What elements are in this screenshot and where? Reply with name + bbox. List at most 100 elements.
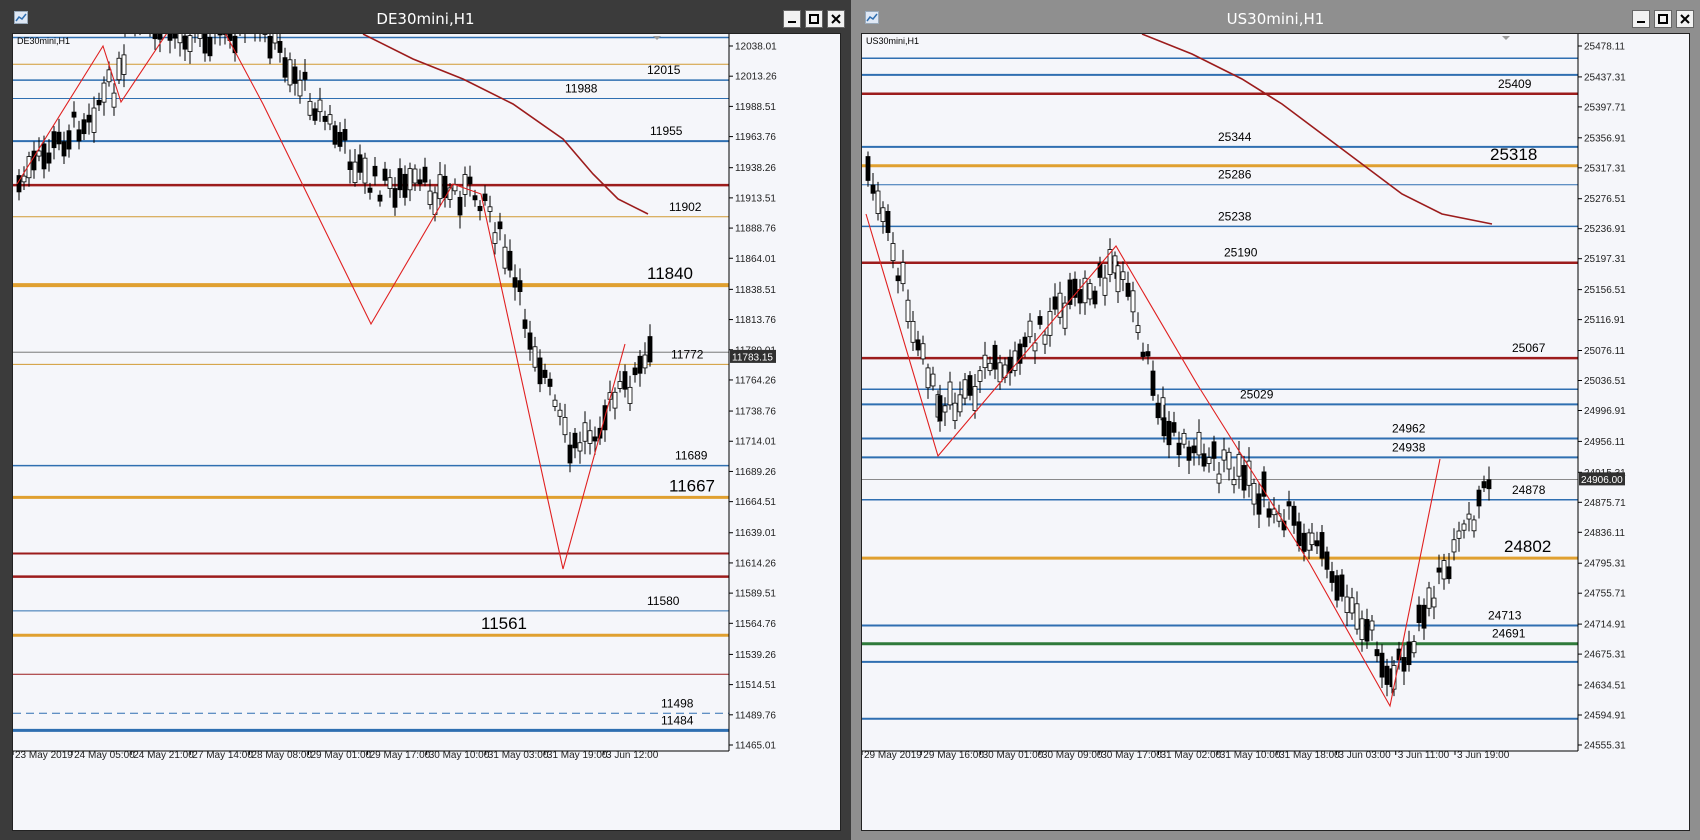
level-label: 11561 [481,614,527,633]
chart-area[interactable]: 1203212015119881195511902118401177211689… [12,33,841,831]
candle [267,35,273,59]
candle [1481,481,1487,489]
time-tick-label: 27 May 14:00 [192,750,253,761]
candle [562,417,568,436]
candle [952,402,958,422]
moving-average-line [1141,34,1493,225]
candle [302,71,308,80]
candle [327,114,333,125]
level-label: 11667 [669,476,715,495]
maximize-button[interactable] [1654,10,1672,28]
price-tick-label: 12038.01 [735,42,777,53]
candle [577,442,583,452]
candle [377,194,383,202]
minimize-button[interactable] [783,10,801,28]
candle [1145,351,1151,357]
price-tick-label: 11888.76 [735,224,776,235]
level-label: 11955 [650,124,683,138]
candle [1369,620,1375,631]
price-chart[interactable]: 1203212015119881195511902118401177211689… [13,34,840,830]
candle [1150,370,1156,396]
candle [1241,465,1247,491]
chart-area[interactable]: 25409 25344 25318 25286 25238 25190 25067 25029… [861,33,1690,831]
level-label: 11580 [647,594,680,608]
candle [1461,523,1467,531]
close-button[interactable] [827,10,845,28]
price-tick-label: 24555.31 [1584,741,1626,752]
window-us30[interactable]: US30mini,H1 25409 25344 25318 25286 25238 251… [851,0,1700,840]
candle [71,111,77,118]
minimize-button[interactable] [1632,10,1650,28]
candle [942,405,948,413]
candle [487,206,493,212]
candle [382,168,388,181]
level-label: 25238 [1218,209,1252,223]
candle [497,221,503,230]
candle [1201,453,1207,467]
level-label: 12015 [647,63,681,77]
candle [880,207,886,222]
current-price-text: 24906.00 [1581,475,1623,486]
candle [297,79,303,97]
candle [457,196,463,216]
candle [572,432,578,449]
candle [197,34,203,39]
price-tick-label: 24795.31 [1584,559,1626,570]
price-tick-label: 11614.26 [735,558,776,569]
candle [187,35,193,53]
time-tick-label: 23 May 2019 [15,750,73,761]
candle [522,319,528,329]
price-chart[interactable]: 25409 25344 25318 25286 25238 25190 25067 25029… [862,34,1689,830]
candle [1421,604,1427,629]
zigzag-line [16,34,626,570]
candle [532,346,538,368]
zigzag-line [865,213,1441,708]
window-de30[interactable]: DE30mini,H1 1203212015119881195511902118… [0,0,851,840]
level-label: 11772 [671,347,704,361]
candle [337,131,343,147]
candle [1314,540,1320,547]
close-button[interactable] [1676,10,1694,28]
candle [1466,513,1472,520]
maximize-button[interactable] [805,10,823,28]
candle [467,176,473,185]
candle [517,280,523,292]
candle [1339,574,1345,597]
candle [967,375,973,396]
level-label: 11840 [647,264,693,283]
time-tick-label: 31 May 03:00 [488,750,549,761]
candle [1266,508,1272,518]
candle [167,34,173,41]
candle [647,336,653,363]
candle [111,92,117,108]
candle [412,168,418,184]
price-tick-label: 24996.91 [1584,406,1626,417]
time-tick-label: 3 Jun 11:00 [1398,750,1450,761]
price-tick-label: 11738.76 [735,407,776,418]
candle [547,378,553,387]
candle [537,357,543,385]
price-tick-label: 25317.31 [1584,163,1626,174]
price-tick-label: 11714.01 [735,437,776,448]
candle [282,57,288,78]
price-tick-label: 25276.51 [1584,194,1626,205]
time-tick-label: 31 May 02:00 [1161,750,1222,761]
price-tick-label: 25356.91 [1584,133,1626,144]
minimize-icon [1637,21,1645,23]
price-tick-label: 11689.26 [735,467,776,478]
price-tick-label: 24836.11 [1584,528,1625,539]
candle [472,195,478,201]
price-tick-label: 25036.51 [1584,376,1626,387]
time-tick-label: 30 May 17:00 [1101,750,1162,761]
candle [542,369,548,378]
candle [437,174,443,200]
candle [865,156,871,181]
candle [1256,493,1262,515]
level-label: 25067 [1512,341,1546,355]
price-tick-label: 25156.51 [1584,285,1626,296]
candle [1216,473,1222,484]
candle [582,422,588,442]
candle [41,143,47,170]
level-label: 11498 [661,696,694,710]
time-tick-label: 29 May 17:00 [370,750,431,761]
